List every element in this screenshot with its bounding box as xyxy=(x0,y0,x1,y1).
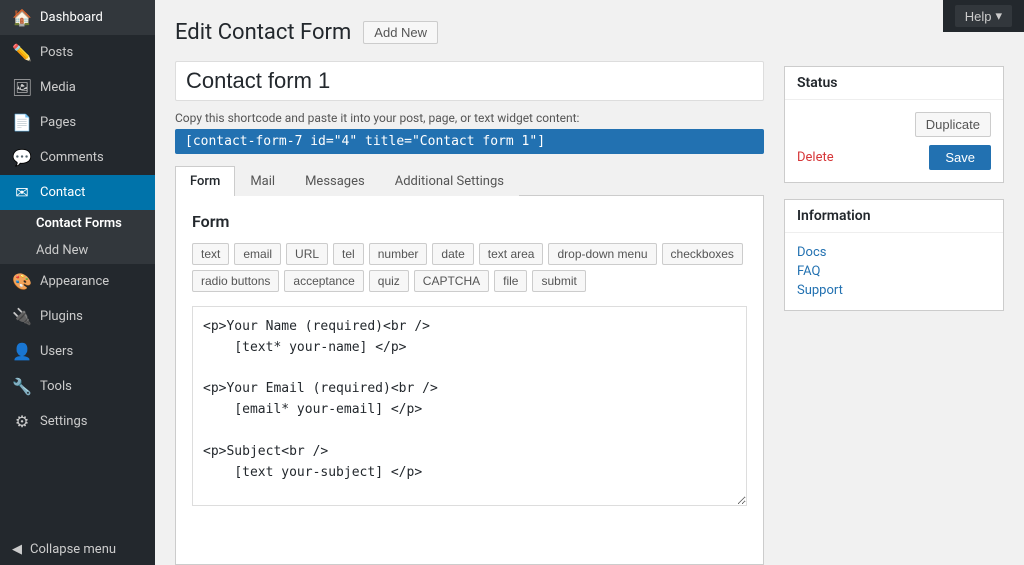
info-link-support[interactable]: Support xyxy=(797,283,991,298)
users-icon: 👤 xyxy=(12,342,32,361)
contact-icon: ✉ xyxy=(12,183,32,202)
collapse-menu[interactable]: ◀ Collapse menu xyxy=(0,534,155,565)
information-box-content: Docs FAQ Support xyxy=(785,233,1003,310)
sidebar-item-pages[interactable]: 📄 Pages xyxy=(0,105,155,140)
tag-button-captcha[interactable]: CAPTCHA xyxy=(414,270,489,292)
tab-messages[interactable]: Messages xyxy=(290,166,380,196)
form-name-input[interactable] xyxy=(175,61,764,101)
info-links: Docs FAQ Support xyxy=(797,245,991,298)
save-button[interactable]: Save xyxy=(929,145,991,170)
tag-button-email[interactable]: email xyxy=(234,243,281,265)
sidebar-item-tools[interactable]: 🔧 Tools xyxy=(0,369,155,404)
sidebar-item-comments[interactable]: 💬 Comments xyxy=(0,140,155,175)
tag-button-file[interactable]: file xyxy=(494,270,527,292)
tag-button-tel[interactable]: tel xyxy=(333,243,364,265)
topbar: Help ▾ xyxy=(943,0,1024,32)
tag-buttons: textemailURLtelnumberdate text areadrop-d… xyxy=(192,243,747,292)
pages-icon: 📄 xyxy=(12,113,32,132)
tag-button-number[interactable]: number xyxy=(369,243,428,265)
content-area: Edit Contact Form Add New Copy this shor… xyxy=(155,0,1024,565)
status-actions: Delete Save xyxy=(797,145,991,170)
sidebar-contact-submenu: Contact Forms Add New xyxy=(0,210,155,264)
information-box-title: Information xyxy=(785,200,1003,233)
tag-button-acceptance[interactable]: acceptance xyxy=(284,270,363,292)
form-editor: Form textemailURLtelnumberdate text aread… xyxy=(175,196,764,565)
tag-button-submit[interactable]: submit xyxy=(532,270,585,292)
sidebar-item-contact-forms[interactable]: Contact Forms xyxy=(0,210,155,237)
duplicate-button[interactable]: Duplicate xyxy=(915,112,991,137)
information-metabox: Information Docs FAQ Support xyxy=(784,199,1004,311)
tools-icon: 🔧 xyxy=(12,377,32,396)
tag-button-text-area[interactable]: text area xyxy=(479,243,544,265)
tag-button-text[interactable]: text xyxy=(192,243,229,265)
comments-icon: 💬 xyxy=(12,148,32,167)
posts-icon: ✏️ xyxy=(12,43,32,62)
settings-icon: ⚙ xyxy=(12,412,32,431)
sidebar: 🏠 Dashboard ✏️ Posts 🖼 Media 📄 Pages 💬 C… xyxy=(0,0,155,565)
sidebar-item-contact[interactable]: ✉ Contact xyxy=(0,175,155,210)
form-section: Edit Contact Form Add New Copy this shor… xyxy=(175,20,764,565)
sidebar-item-appearance[interactable]: 🎨 Appearance xyxy=(0,264,155,299)
help-button[interactable]: Help ▾ xyxy=(955,5,1012,27)
tag-button-date[interactable]: date xyxy=(432,243,473,265)
delete-link[interactable]: Delete xyxy=(797,150,834,165)
sidebar-item-plugins[interactable]: 🔌 Plugins xyxy=(0,299,155,334)
media-icon: 🖼 xyxy=(12,78,32,97)
info-link-docs[interactable]: Docs xyxy=(797,245,991,260)
right-sidebar: Status Duplicate Delete Save Information… xyxy=(784,66,1004,565)
status-box-content: Duplicate Delete Save xyxy=(785,100,1003,182)
add-new-button[interactable]: Add New xyxy=(363,21,438,44)
tab-mail[interactable]: Mail xyxy=(235,166,290,196)
page-title: Edit Contact Form xyxy=(175,20,351,45)
tag-button-radio-buttons[interactable]: radio buttons xyxy=(192,270,279,292)
tag-button-checkboxes[interactable]: checkboxes xyxy=(662,243,743,265)
status-box-title: Status xyxy=(785,67,1003,100)
sidebar-item-add-new[interactable]: Add New xyxy=(0,237,155,264)
tag-button-drop-down-menu[interactable]: drop-down menu xyxy=(548,243,656,265)
dashboard-icon: 🏠 xyxy=(12,8,32,27)
status-metabox: Status Duplicate Delete Save xyxy=(784,66,1004,183)
tab-additional-settings[interactable]: Additional Settings xyxy=(380,166,519,196)
main-content: Help ▾ Edit Contact Form Add New Copy th… xyxy=(155,0,1024,565)
plugins-icon: 🔌 xyxy=(12,307,32,326)
tabs: Form Mail Messages Additional Settings xyxy=(175,166,764,196)
tag-button-url[interactable]: URL xyxy=(286,243,328,265)
tab-form[interactable]: Form xyxy=(175,166,235,196)
tag-button-quiz[interactable]: quiz xyxy=(369,270,409,292)
shortcode-label: Copy this shortcode and paste it into yo… xyxy=(175,111,764,125)
appearance-icon: 🎨 xyxy=(12,272,32,291)
sidebar-item-media[interactable]: 🖼 Media xyxy=(0,70,155,105)
collapse-icon: ◀ xyxy=(12,542,22,557)
sidebar-item-posts[interactable]: ✏️ Posts xyxy=(0,35,155,70)
shortcode-value[interactable]: [contact-form-7 id="4" title="Contact fo… xyxy=(175,129,764,154)
page-header: Edit Contact Form Add New xyxy=(175,20,764,45)
sidebar-item-settings[interactable]: ⚙ Settings xyxy=(0,404,155,439)
sidebar-item-users[interactable]: 👤 Users xyxy=(0,334,155,369)
form-editor-title: Form xyxy=(192,212,747,231)
info-link-faq[interactable]: FAQ xyxy=(797,264,991,279)
sidebar-item-dashboard[interactable]: 🏠 Dashboard xyxy=(0,0,155,35)
form-code-textarea[interactable] xyxy=(192,306,747,506)
